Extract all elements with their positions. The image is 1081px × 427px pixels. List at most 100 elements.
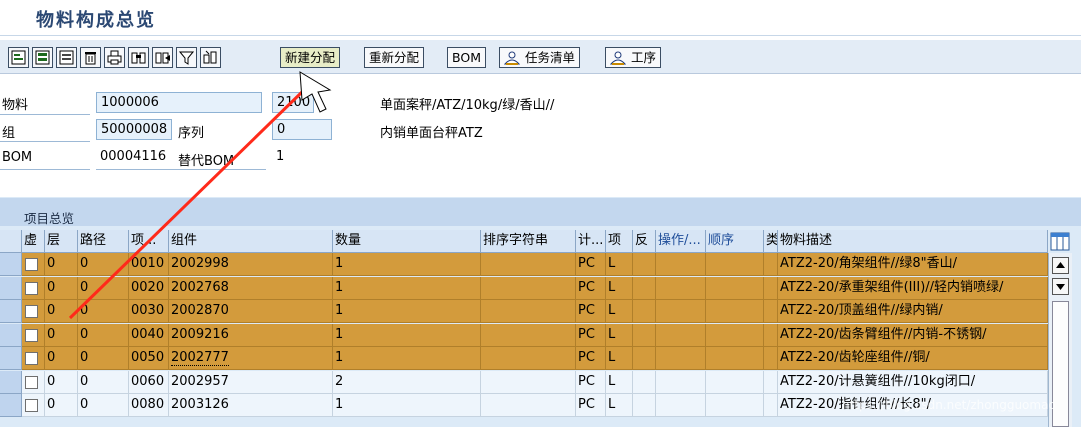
- cell-cat: L: [606, 370, 633, 394]
- row-selector[interactable]: [0, 276, 22, 300]
- row-selector[interactable]: [0, 253, 22, 276]
- sequence-field[interactable]: 0: [272, 119, 332, 140]
- table-row[interactable]: 0 0 0040 2009216 1 PC L ATZ2-20/齿条臂组件//内销-不锈钢/: [0, 323, 1048, 347]
- phantom-checkbox[interactable]: [25, 328, 38, 342]
- row-selector[interactable]: [0, 300, 22, 323]
- bom-button[interactable]: BOM: [447, 47, 486, 68]
- column-header[interactable]: 反: [633, 230, 656, 253]
- select-all-icon[interactable]: [32, 47, 53, 68]
- column-header[interactable]: 数量: [333, 230, 481, 253]
- column-header[interactable]: 组件: [169, 230, 333, 253]
- cell-level: 0: [45, 394, 78, 417]
- cell-text: ATZ2-20/顶盖组件//绿内销/: [780, 303, 943, 318]
- column-header[interactable]: 层: [45, 230, 78, 253]
- phantom-checkbox[interactable]: [25, 352, 38, 365]
- column-header[interactable]: 虚: [22, 230, 45, 253]
- table-row[interactable]: 0 0 0060 2002957 2 PC L ATZ2-20/计悬簧组件//10kg闭口/: [0, 370, 1048, 394]
- row-selector[interactable]: [0, 394, 22, 417]
- cell-empty: [656, 370, 706, 394]
- cell-empty: [706, 253, 764, 276]
- table-row[interactable]: 0 0 0020 2002768 1 PC L ATZ2-20/承重架组件(III)//轻内销…: [0, 276, 1048, 300]
- cell-qty: 1: [333, 253, 481, 276]
- title-bar: 物料构成总览: [0, 0, 1081, 36]
- cell-text: 0: [80, 279, 89, 295]
- cell-qty: 1: [333, 347, 481, 370]
- cell-text: 0: [80, 256, 89, 271]
- cell-text: 0020: [131, 279, 165, 295]
- column-header[interactable]: 路径: [78, 230, 129, 253]
- cell-empty: [706, 300, 764, 323]
- deselect-all-icon[interactable]: [56, 47, 77, 68]
- select-all-corner[interactable]: [0, 230, 22, 253]
- material-field[interactable]: 1000006: [96, 92, 262, 113]
- table-row[interactable]: 0 0 0030 2002870 1 PC L ATZ2-20/顶盖组件//绿内销/: [0, 300, 1048, 323]
- person-icon: [503, 51, 521, 70]
- cell-text: 2009216: [171, 326, 229, 342]
- phantom-checkbox[interactable]: [25, 399, 38, 412]
- cell-item: 0020: [129, 276, 169, 300]
- cell-qty: 1: [333, 394, 481, 417]
- phantom-checkbox[interactable]: [25, 305, 38, 318]
- phantom-checkbox[interactable]: [25, 281, 38, 295]
- cell-text: L: [608, 397, 616, 412]
- cell-text: ATZ2-20/承重架组件(III)//轻内销喷绿/: [780, 279, 1004, 295]
- cell-text: 0080: [131, 397, 165, 412]
- filter-icon[interactable]: [176, 47, 197, 68]
- operation-button[interactable]: 工序: [605, 47, 662, 68]
- column-header[interactable]: 类: [764, 230, 778, 253]
- cell-qty: 1: [333, 300, 481, 323]
- cell-text: 0040: [131, 326, 165, 342]
- column-header[interactable]: 计...: [576, 230, 606, 253]
- cell-text: ATZ2-20/角架组件//绿8"香山/: [780, 256, 958, 271]
- cell-text: 0: [47, 279, 56, 295]
- column-header[interactable]: 顺序: [706, 230, 764, 253]
- new-assign-button[interactable]: 新建分配: [280, 47, 341, 68]
- alt-bom-field: 1: [276, 149, 285, 164]
- column-header[interactable]: 操作/...: [656, 230, 706, 253]
- cell-empty: [764, 347, 778, 370]
- row-selector[interactable]: [0, 323, 22, 347]
- cell-empty: [633, 276, 656, 300]
- table-row[interactable]: 0 0 0010 2002998 1 PC L ATZ2-20/角架组件//绿8"香山/: [0, 253, 1048, 276]
- table-row[interactable]: 0 0 0050 2002777 1 PC L ATZ2-20/齿轮座组件//铜/: [0, 347, 1048, 370]
- cell-text: 0: [47, 303, 56, 318]
- find-next-icon[interactable]: [152, 47, 173, 68]
- sequence-label: 序列: [178, 126, 205, 141]
- group-label: 组: [2, 126, 16, 141]
- cell-component: 2002998: [169, 253, 333, 276]
- table-settings-icon[interactable]: [1050, 232, 1070, 251]
- phantom-cell: [22, 323, 45, 347]
- phantom-checkbox[interactable]: [25, 375, 38, 389]
- find-icon[interactable]: [128, 47, 149, 68]
- cell-empty: [764, 276, 778, 300]
- cell-component: 2003126: [169, 394, 333, 417]
- cell-text: L: [608, 326, 616, 342]
- column-header[interactable]: 排序字符串: [481, 230, 576, 253]
- scroll-down-button[interactable]: [1052, 278, 1069, 295]
- cell-empty: [706, 370, 764, 394]
- column-header[interactable]: 物料描述: [778, 230, 1048, 253]
- cell-empty: [764, 370, 778, 394]
- sort-icon[interactable]: [200, 47, 221, 68]
- column-header[interactable]: 项...: [129, 230, 169, 253]
- cell-level: 0: [45, 276, 78, 300]
- cell-unit: PC: [576, 300, 606, 323]
- task-list-button[interactable]: 任务清单: [499, 47, 581, 70]
- delete-icon[interactable]: [80, 47, 101, 68]
- reassign-button[interactable]: 重新分配: [364, 47, 425, 68]
- cell-text: PC: [578, 256, 595, 271]
- phantom-checkbox[interactable]: [25, 258, 38, 271]
- column-header[interactable]: 项: [606, 230, 633, 253]
- detail-icon[interactable]: [8, 47, 29, 68]
- cell-text: 0: [80, 326, 89, 342]
- print-icon[interactable]: [104, 47, 125, 68]
- cell-text: 2: [335, 373, 344, 389]
- plant-field[interactable]: 2100: [272, 92, 314, 113]
- cell-level: 0: [45, 300, 78, 323]
- row-selector[interactable]: [0, 347, 22, 370]
- cell-path: 0: [78, 347, 129, 370]
- scroll-up-button[interactable]: [1052, 257, 1069, 274]
- row-selector[interactable]: [0, 370, 22, 394]
- cell-unit: PC: [576, 276, 606, 300]
- group-field[interactable]: 50000008: [96, 119, 172, 140]
